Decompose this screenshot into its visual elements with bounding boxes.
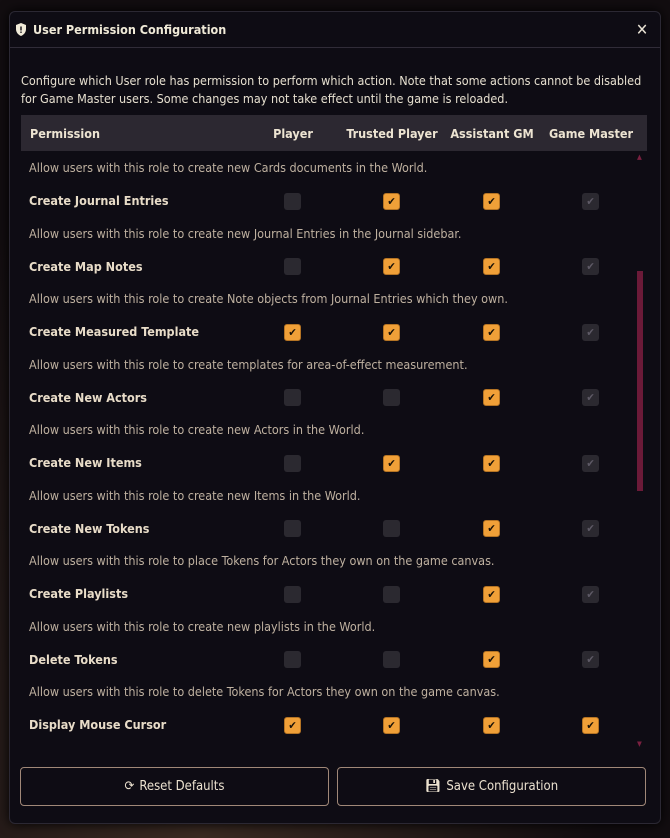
permission-checkbox: ✔ [582,454,599,472]
permission-checkbox[interactable]: ✔ [383,323,400,341]
permission-row: Create Map Notes ✔ ✔ ✔ [21,250,641,282]
permission-checkbox[interactable] [284,520,301,537]
window-header[interactable]: User Permission Configuration [10,12,660,48]
permission-description: Allow users with this role to create new… [29,487,361,503]
permission-checkbox[interactable] [284,258,301,275]
table-header: Permission Player Trusted Player Assista… [21,115,647,151]
column-permission: Permission [30,125,100,141]
permission-checkbox[interactable] [284,389,301,406]
reset-defaults-button[interactable]: ⟳ Reset Defaults [20,767,329,806]
scroll-up-icon[interactable]: ▲ [637,153,642,161]
permission-checkbox[interactable]: ✔ [483,716,500,734]
permission-checkbox[interactable]: ✔ [483,454,500,472]
refresh-icon: ⟳ [124,779,135,794]
permission-checkbox[interactable]: ✔ [383,258,400,275]
permission-description: Allow users with this role to create new… [29,422,365,438]
permission-checkbox[interactable] [383,520,400,537]
save-icon: 💾︎ [424,779,442,794]
permission-row: Display Mouse Cursor ✔ ✔ ✔ ✔ [21,709,641,741]
permission-row: Create New Items ✔ ✔ ✔ [21,447,641,479]
permission-title: Create New Items [29,455,142,470]
permission-checkbox[interactable]: ✔ [383,716,400,734]
permission-checkbox[interactable] [284,651,301,668]
permission-checkbox[interactable] [284,192,301,210]
permission-checkbox[interactable]: ✔ [483,585,500,603]
save-configuration-button[interactable]: 💾︎ Save Configuration [337,767,646,806]
permission-row: Create Playlists ✔ ✔ [21,578,641,610]
permission-checkbox[interactable]: ✔ [383,454,400,472]
permission-description: Allow users with this role to create new… [29,618,376,634]
permission-title: Display Mouse Cursor [29,717,167,732]
permission-checkbox: ✔ [582,192,599,210]
permission-checkbox[interactable]: ✔ [483,389,500,406]
column-trusted-player: Trusted Player [346,125,438,141]
permission-checkbox[interactable] [284,585,301,603]
close-icon[interactable]: ✕ [636,20,648,39]
window-title: User Permission Configuration [33,22,227,37]
permission-row: Create Measured Template ✔ ✔ ✔ ✔ [21,316,641,348]
permission-title: Create New Tokens [29,520,150,536]
column-assistant-gm: Assistant GM [450,125,534,141]
permission-description: Allow users with this role to create Not… [29,291,508,307]
permission-checkbox[interactable]: ✔ [284,716,301,734]
scroll-down-icon[interactable]: ▼ [637,740,642,748]
permission-title: Create Measured Template [29,324,200,339]
permission-row: Delete Tokens ✔ ✔ [21,643,641,675]
permission-checkbox[interactable] [284,454,301,472]
permission-title: Delete Tokens [29,651,118,667]
column-game-master: Game Master [548,125,634,141]
permission-row: Create New Tokens ✔ ✔ [21,512,641,544]
permission-checkbox[interactable]: ✔ [483,323,500,341]
permission-checkbox[interactable]: ✔ [483,520,500,537]
permission-checkbox: ✔ [582,258,599,275]
permission-row: Create Journal Entries ✔ ✔ ✔ [21,185,641,217]
permission-checkbox: ✔ [582,323,599,341]
permission-checkbox[interactable]: ✔ [383,192,400,210]
permission-checkbox: ✔ [582,651,599,668]
permission-title: Create Journal Entries [29,193,169,208]
permission-description: Allow users with this role to create tem… [29,356,468,372]
permission-checkbox[interactable]: ✔ [483,192,500,210]
scrollbar-thumb[interactable] [637,271,643,491]
permission-checkbox[interactable] [383,651,400,668]
permission-checkbox[interactable]: ✔ [582,716,599,734]
save-configuration-label: Save Configuration [446,779,559,794]
permission-description: Allow users with this role to create new… [29,160,428,176]
permission-row: Create New Actors ✔ ✔ [21,381,641,413]
permission-checkbox[interactable] [383,585,400,603]
permission-checkbox[interactable]: ✔ [284,323,301,341]
permission-title: Create Map Notes [29,258,143,274]
permission-checkbox[interactable]: ✔ [483,651,500,668]
shield-icon [16,23,26,36]
permission-description: Display the position of the user's mouse… [21,741,641,750]
permission-checkbox: ✔ [582,520,599,537]
permission-checkbox[interactable]: ✔ [483,258,500,275]
reset-defaults-label: Reset Defaults [139,779,225,794]
permission-description: Allow users with this role to delete Tok… [29,684,500,700]
permission-description: Allow users with this role to create new… [29,225,462,241]
permission-checkbox: ✔ [582,389,599,406]
permission-checkbox[interactable] [383,389,400,406]
permission-config-window: User Permission Configuration ✕ Configur… [9,11,661,824]
permission-checkbox: ✔ [582,585,599,603]
permission-title: Create New Actors [29,389,147,405]
column-player: Player [273,125,313,141]
intro-text: Configure which User role has permission… [21,73,642,106]
permission-description: Allow users with this role to place Toke… [29,553,495,569]
permission-list[interactable]: Allow users with this role to create new… [21,151,647,749]
permission-title: Create Playlists [29,586,129,601]
